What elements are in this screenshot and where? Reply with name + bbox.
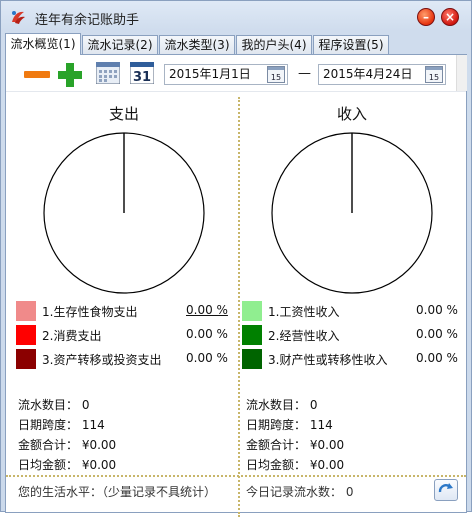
app-logo-icon — [12, 11, 25, 24]
income-pie-chart — [271, 132, 433, 294]
income-stats: 流水数目： 0 日期跨度： 114 金额合计： ¥0.00 日均金额： ¥0.0… — [246, 395, 344, 475]
calendar-grid-icon[interactable] — [96, 62, 120, 84]
stat-daily-average: 日均金额： ¥0.00 — [18, 458, 117, 472]
legend-percent[interactable]: 0.00 % — [186, 303, 228, 317]
stat-total: 金额合计： ¥0.00 — [246, 438, 345, 452]
calendar-31-icon[interactable]: 31 — [130, 62, 154, 84]
legend-item: 3.资产转移或投资支出 0.00 % — [16, 349, 231, 369]
tab-overview[interactable]: 流水概览(1) — [5, 33, 81, 55]
legend-percent: 0.00 % — [416, 327, 458, 341]
legend-swatch — [242, 349, 262, 369]
stat-count: 流水数目： 0 — [246, 398, 318, 412]
legend-label: 3.财产性或转移性收入 — [268, 353, 388, 367]
income-title: 收入 — [336, 105, 367, 123]
stat-total: 金额合计： ¥0.00 — [18, 438, 117, 452]
stat-date-span: 日期跨度： 114 — [18, 418, 105, 432]
legend-percent: 0.00 % — [186, 327, 228, 341]
legend-percent: 0.00 % — [416, 351, 458, 365]
toolbar: 31 2015年1月1日 15 — 2015年4月24日 15 — [6, 55, 467, 92]
legend-label: 2.消费支出 — [42, 329, 102, 343]
svg-text:31: 31 — [133, 70, 151, 84]
tab-records[interactable]: 流水记录(2) — [82, 35, 158, 54]
minimize-button[interactable]: – — [417, 8, 435, 26]
plus-icon[interactable] — [58, 63, 82, 87]
legend-item: 2.消费支出 0.00 % — [16, 325, 231, 345]
legend-percent: 0.00 % — [416, 303, 458, 317]
legend-percent: 0.00 % — [186, 351, 228, 365]
calendar-dropdown-icon[interactable]: 15 — [267, 66, 285, 83]
legend-swatch — [242, 325, 262, 345]
living-standard-text: 您的生活水平：（少量记录不具统计） — [18, 485, 217, 499]
minimize-icon: – — [423, 10, 429, 24]
legend-item: 1.工资性收入 0.00 % — [242, 301, 458, 321]
overview-panel: 31 2015年1月1日 15 — 2015年4月24日 15 支出 1.生存性… — [5, 54, 467, 517]
close-icon: × — [444, 10, 456, 24]
start-date-picker[interactable]: 2015年1月1日 15 — [164, 64, 288, 85]
stat-date-span: 日期跨度： 114 — [246, 418, 333, 432]
close-button[interactable]: × — [441, 8, 459, 26]
expense-stats: 流水数目： 0 日期跨度： 114 金额合计： ¥0.00 日均金额： ¥0.0… — [18, 395, 116, 475]
toolbar-overflow-button[interactable] — [456, 55, 467, 91]
stat-daily-average: 日均金额： ¥0.00 — [246, 458, 345, 472]
legend-label: 3.资产转移或投资支出 — [42, 353, 162, 367]
svg-text:15: 15 — [271, 73, 281, 82]
legend-label: 2.经营性收入 — [268, 329, 340, 343]
legend-swatch — [16, 349, 36, 369]
expense-title: 支出 — [108, 105, 139, 123]
start-date-value: 2015年1月1日 — [169, 67, 251, 81]
legend-item: 1.生存性食物支出 0.00 % — [16, 301, 231, 321]
minus-icon[interactable] — [24, 71, 50, 79]
legend-item: 3.财产性或转移性收入 0.00 % — [242, 349, 458, 369]
refresh-button[interactable] — [434, 479, 458, 501]
tab-settings[interactable]: 程序设置(5) — [313, 35, 389, 54]
pane-divider — [238, 97, 240, 517]
end-date-value: 2015年4月24日 — [323, 67, 413, 81]
legend-swatch — [242, 301, 262, 321]
tab-accounts[interactable]: 我的户头(4) — [236, 35, 312, 54]
legend-swatch — [16, 301, 36, 321]
today-record-count: 今日记录流水数： 0 — [246, 485, 354, 499]
title-bar[interactable]: 连年有余记账助手 – × — [1, 1, 471, 31]
stat-count: 流水数目： 0 — [18, 398, 90, 412]
svg-text:15: 15 — [429, 73, 439, 82]
date-separator: — — [298, 66, 311, 81]
refresh-icon — [438, 483, 453, 493]
app-window: 连年有余记账助手 – × 流水概览(1) 流水记录(2) 流水类型(3) 我的户… — [0, 0, 472, 517]
legend-swatch — [16, 325, 36, 345]
tab-types[interactable]: 流水类型(3) — [159, 35, 235, 54]
footer-divider — [6, 475, 466, 477]
expense-pie-chart — [43, 132, 205, 294]
calendar-dropdown-icon[interactable]: 15 — [425, 66, 443, 83]
window-title: 连年有余记账助手 — [35, 13, 140, 28]
legend-label: 1.工资性收入 — [268, 305, 340, 319]
end-date-picker[interactable]: 2015年4月24日 15 — [318, 64, 446, 85]
legend-label: 1.生存性食物支出 — [42, 305, 138, 319]
legend-item: 2.经营性收入 0.00 % — [242, 325, 458, 345]
